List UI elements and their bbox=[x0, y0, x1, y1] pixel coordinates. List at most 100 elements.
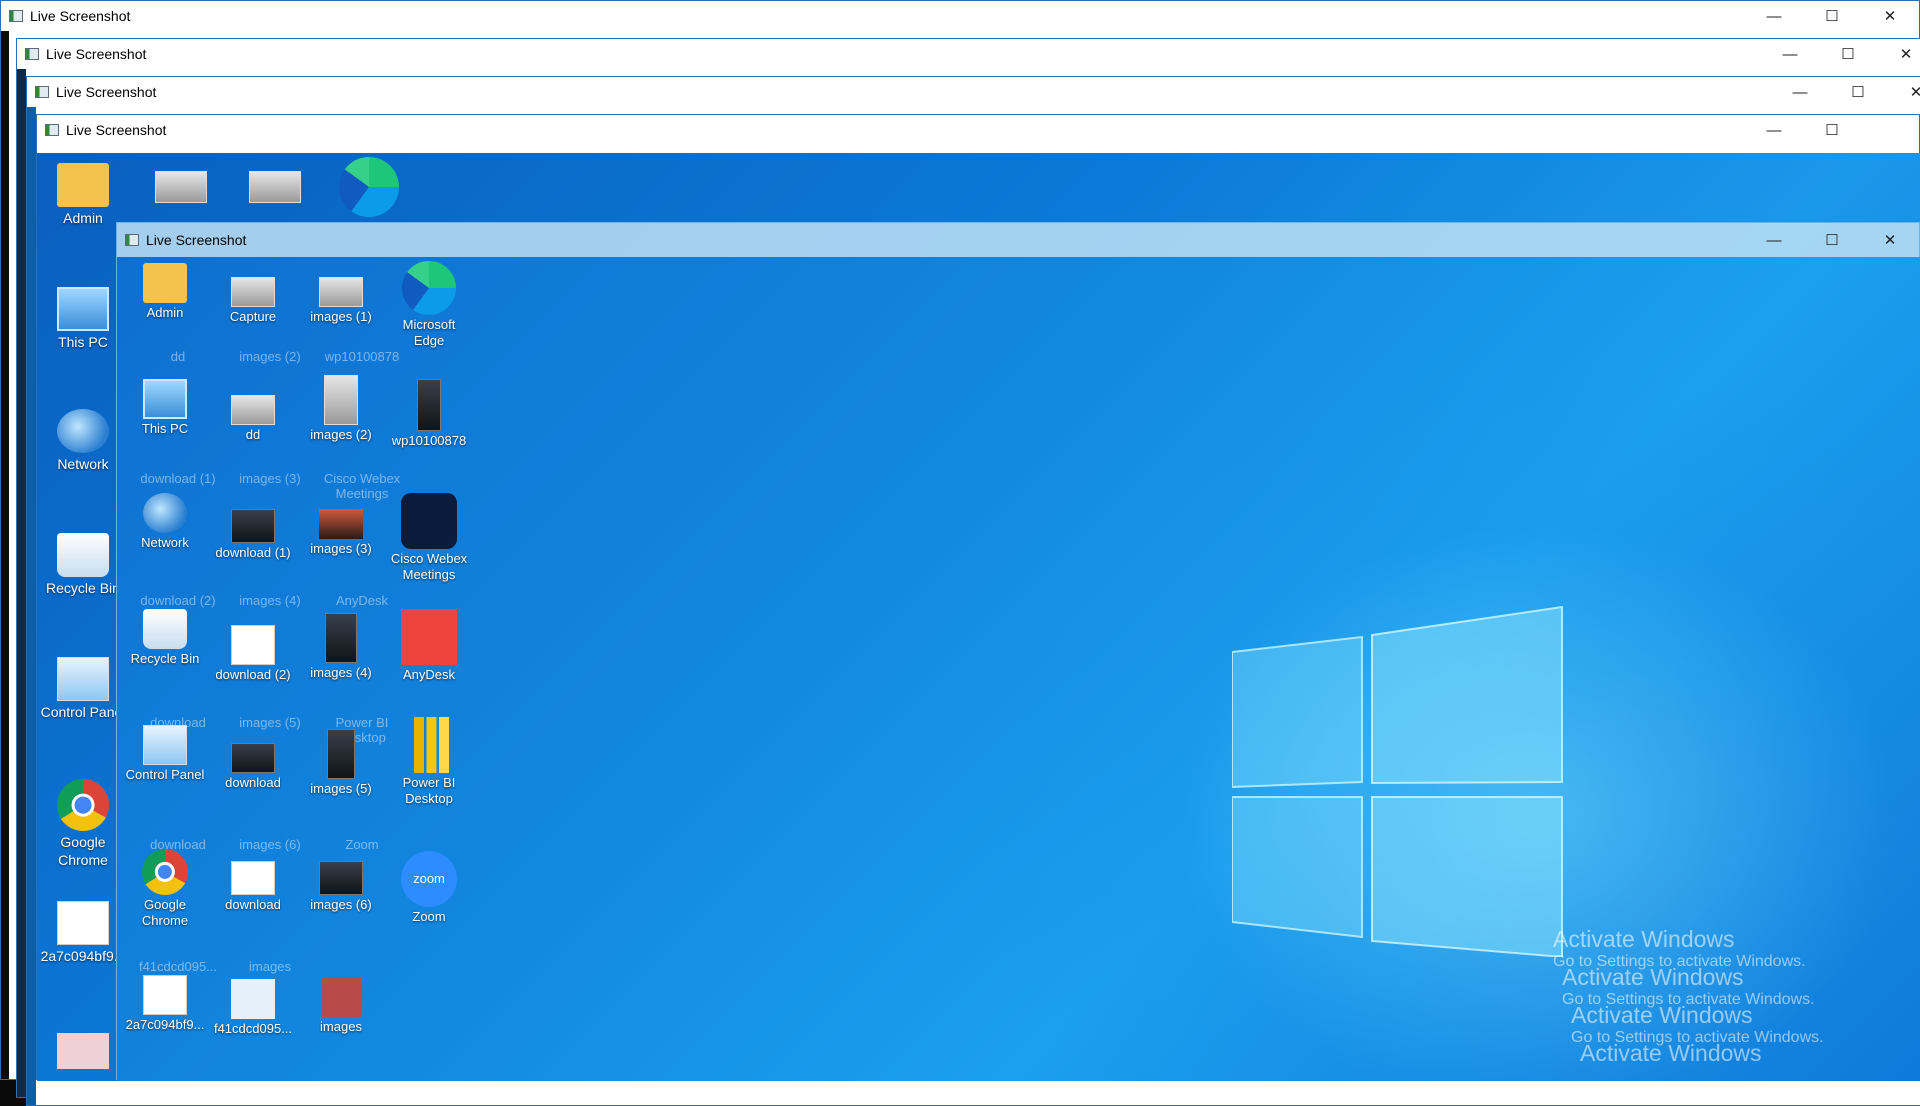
inner-icon-zoom[interactable]: zoom Zoom bbox=[389, 851, 469, 925]
inner-icon-download[interactable]: download bbox=[213, 743, 293, 791]
minimize-button[interactable]: — bbox=[1745, 115, 1803, 145]
inner-icon-chrome[interactable]: Google Chrome bbox=[125, 849, 205, 929]
inner-icon-wp10100878[interactable]: wp10100878 bbox=[389, 379, 469, 449]
control-panel-icon bbox=[57, 657, 109, 701]
ghost-label: images (4) bbox=[239, 593, 301, 608]
image-file-icon bbox=[143, 975, 187, 1015]
desktop-icon-capture[interactable] bbox=[135, 171, 227, 205]
icon-label: images (4) bbox=[310, 665, 372, 680]
icon-label: Google Chrome bbox=[141, 897, 189, 928]
app-icon bbox=[9, 10, 23, 22]
minimize-button[interactable]: — bbox=[1771, 77, 1829, 107]
inner-icon-network[interactable]: Network bbox=[125, 493, 205, 551]
maximize-button[interactable]: ☐ bbox=[1829, 77, 1887, 107]
icon-label: Power BI Desktop bbox=[402, 775, 456, 806]
app-icon bbox=[45, 124, 59, 136]
close-button[interactable]: ✕ bbox=[1877, 39, 1920, 69]
inner-icon-anydesk[interactable]: AnyDesk bbox=[389, 609, 469, 683]
icon-label: Admin bbox=[63, 210, 103, 226]
ghost-label: download (2) bbox=[140, 593, 216, 608]
anydesk-icon bbox=[401, 609, 457, 665]
inner-icon-images-1[interactable]: images (1) bbox=[301, 277, 381, 325]
inner-icon-f41cdcd095[interactable]: f41cdcd095... bbox=[213, 979, 293, 1037]
inner-icon-images-6[interactable]: images (6) bbox=[301, 861, 381, 913]
image-file-icon bbox=[319, 509, 363, 539]
icon-label: images (3) bbox=[310, 541, 372, 556]
inner-icon-images-5[interactable]: images (5) bbox=[301, 729, 381, 797]
window-3-titlebar[interactable]: Live Screenshot — ☐ ✕ bbox=[27, 77, 1920, 107]
image-file-icon bbox=[155, 171, 207, 203]
icon-label: Admin bbox=[146, 305, 184, 320]
close-button[interactable]: ✕ bbox=[1887, 77, 1920, 107]
minimize-button[interactable]: — bbox=[1745, 1, 1803, 31]
image-file-icon bbox=[319, 861, 363, 895]
inner-icon-edge[interactable]: Microsoft Edge bbox=[389, 261, 469, 349]
inner-icon-control-panel[interactable]: Control Panel bbox=[125, 725, 205, 783]
icon-label: Recycle Bin bbox=[130, 651, 200, 666]
ghost-label: AnyDesk bbox=[335, 593, 389, 608]
window-5-titlebar[interactable]: Live Screenshot — ☐ ✕ bbox=[117, 223, 1919, 257]
inner-icon-admin[interactable]: Admin bbox=[125, 263, 205, 321]
maximize-button[interactable]: ☐ bbox=[1803, 1, 1861, 31]
control-panel-icon bbox=[143, 725, 187, 765]
activation-heading: Activate Windows bbox=[1553, 926, 1735, 952]
window-1-titlebar[interactable]: Live Screenshot — ☐ ✕ bbox=[1, 1, 1919, 31]
minimize-button[interactable]: — bbox=[1745, 223, 1803, 257]
window-title: Live Screenshot bbox=[46, 46, 147, 62]
icon-label: Google Chrome bbox=[58, 834, 108, 868]
zoom-icon: zoom bbox=[401, 851, 457, 907]
windows-logo bbox=[1232, 605, 1563, 957]
desktop-icon-edge[interactable] bbox=[323, 157, 415, 219]
inner-icon-webex[interactable]: Cisco Webex Meetings bbox=[389, 493, 469, 583]
window-4-titlebar[interactable]: Live Screenshot — ☐ ✕ bbox=[37, 115, 1919, 145]
window-2-titlebar[interactable]: Live Screenshot — ☐ ✕ bbox=[17, 39, 1920, 69]
edge-icon bbox=[402, 261, 456, 315]
desktop-icon-images-1[interactable] bbox=[229, 171, 321, 205]
inner-icon-images[interactable]: images bbox=[301, 977, 381, 1035]
inner-icon-this-pc[interactable]: This PC bbox=[125, 379, 205, 437]
inner-icon-download-alt[interactable]: download bbox=[213, 861, 293, 913]
inner-icon-dd[interactable]: dd bbox=[213, 395, 293, 443]
power-bi-icon bbox=[404, 717, 454, 773]
minimize-button[interactable]: — bbox=[1761, 39, 1819, 69]
desktop-icon-admin[interactable]: Admin bbox=[37, 163, 129, 227]
ghost-label: dd bbox=[170, 349, 186, 364]
image-file-icon bbox=[319, 277, 363, 307]
image-file-icon bbox=[231, 979, 275, 1019]
network-icon bbox=[143, 493, 187, 533]
app-icon bbox=[25, 48, 39, 60]
chrome-icon bbox=[57, 779, 109, 831]
icon-label: f41cdcd095... bbox=[213, 1021, 293, 1036]
inner-icon-image-file[interactable]: 2a7c094bf9... bbox=[125, 975, 205, 1033]
maximize-button[interactable]: ☐ bbox=[1803, 223, 1861, 257]
close-button[interactable]: ✕ bbox=[1861, 223, 1919, 257]
webex-icon bbox=[401, 493, 457, 549]
inner-icon-download-2[interactable]: download (2) bbox=[213, 625, 293, 683]
inner-icon-images-4[interactable]: images (4) bbox=[301, 613, 381, 681]
inner-icon-download-1[interactable]: download (1) bbox=[213, 509, 293, 561]
icon-label: Control Panel bbox=[125, 767, 205, 782]
maximize-button[interactable]: ☐ bbox=[1819, 39, 1877, 69]
maximize-button[interactable]: ☐ bbox=[1803, 115, 1861, 145]
ghost-label: wp10100878 bbox=[324, 349, 400, 364]
icon-label: images (2) bbox=[310, 427, 372, 442]
image-file-icon bbox=[231, 625, 275, 665]
inner-icon-images-2[interactable]: images (2) bbox=[301, 375, 381, 443]
image-file-icon bbox=[321, 977, 361, 1017]
icon-label: download (1) bbox=[215, 545, 291, 560]
icon-label: download bbox=[225, 775, 281, 790]
close-button[interactable]: ✕ bbox=[1861, 1, 1919, 31]
inner-icon-images-3[interactable]: images (3) bbox=[301, 509, 381, 557]
computer-icon bbox=[57, 287, 109, 331]
inner-icon-power-bi[interactable]: Power BI Desktop bbox=[389, 717, 469, 807]
icon-label: dd bbox=[245, 427, 261, 442]
image-file-icon bbox=[417, 379, 441, 431]
ghost-label: images (2) bbox=[239, 349, 301, 364]
activation-heading: Activate Windows bbox=[1571, 1002, 1753, 1028]
window-title: Live Screenshot bbox=[30, 8, 131, 24]
inner-icon-recycle-bin[interactable]: Recycle Bin bbox=[125, 609, 205, 667]
recycle-bin-icon bbox=[57, 533, 109, 577]
inner-icon-capture[interactable]: Capture bbox=[213, 277, 293, 325]
computer-icon bbox=[143, 379, 187, 419]
ghost-label: images (3) bbox=[239, 471, 301, 486]
